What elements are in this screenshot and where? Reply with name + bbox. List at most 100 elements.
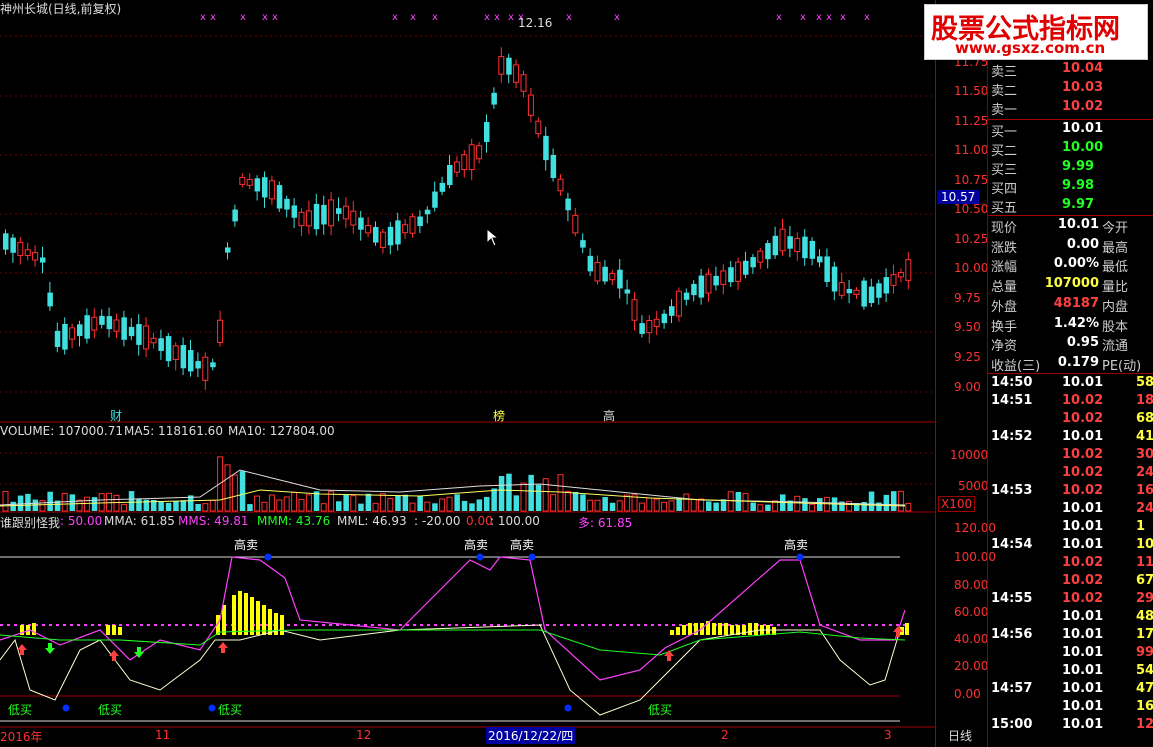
volume-bar — [498, 476, 505, 511]
volume-bar — [439, 498, 446, 512]
volume-bar — [379, 493, 386, 512]
tick-row: 10.02 — [1062, 591, 1104, 606]
daily-button[interactable]: 日线 — [948, 727, 972, 744]
stat-row: PE(动) — [1102, 358, 1142, 374]
volume-bar — [646, 497, 653, 512]
stat-row: 10.01 — [1057, 217, 1099, 232]
event-label-finance[interactable]: 财 — [110, 407, 122, 424]
top-marker: x — [484, 12, 490, 23]
candle — [831, 266, 838, 292]
candle — [802, 236, 808, 259]
bid-row: 买四 — [991, 182, 1018, 197]
quote-panel: 卖三 10.04 卖二 10.03 卖一 10.02 买一 10.01 买二 10.00 买三 9.9… — [987, 60, 1153, 747]
candle — [365, 225, 372, 234]
candle — [84, 315, 90, 339]
candle — [817, 256, 823, 263]
indicator-mma: MMA: 61.85 — [104, 514, 175, 528]
candle — [565, 198, 571, 211]
indicator-bar — [256, 601, 260, 635]
tick-row: 16 — [1136, 699, 1153, 714]
candle — [188, 350, 194, 372]
volume-bar — [83, 496, 90, 512]
candle — [373, 226, 379, 243]
stat-row: 量比 — [1102, 280, 1129, 296]
indicator-bar — [238, 591, 242, 635]
volume-bar — [446, 496, 453, 512]
volume-bar — [291, 491, 298, 512]
top-marker: x — [864, 12, 870, 23]
tick-row: 14:53 — [991, 483, 1033, 498]
price-tick: 10.25 — [954, 232, 989, 246]
candle — [158, 338, 164, 351]
top-marker: x — [840, 12, 846, 23]
candle — [313, 203, 320, 230]
price-tick: 10.50 — [954, 202, 989, 216]
candle — [838, 282, 845, 296]
volume-bar — [572, 491, 579, 511]
stat-row: 最高 — [1102, 240, 1129, 256]
stat-row: 0.00% — [1053, 256, 1099, 272]
tick-row: 47 — [1136, 681, 1153, 696]
volume-bar — [113, 494, 120, 512]
stat-row: 107000 — [1044, 276, 1099, 292]
volume-bar — [713, 502, 719, 511]
candle — [321, 204, 327, 225]
top-marker: x — [272, 12, 278, 23]
volume-bar — [195, 504, 201, 511]
down-arrow-icon — [45, 643, 55, 654]
indicator-bar — [754, 623, 758, 635]
tick-row: 1 — [1136, 519, 1146, 534]
candle — [217, 319, 224, 344]
indicator-bar — [688, 623, 692, 635]
volume-bar — [484, 496, 490, 511]
tick-row: 17 — [1136, 627, 1153, 642]
indicator-bar — [118, 627, 122, 635]
candle — [395, 220, 401, 245]
event-label-list[interactable]: 榜 — [493, 407, 505, 424]
candle — [580, 240, 586, 248]
candle — [683, 292, 690, 300]
indicator-mms-line — [0, 556, 906, 681]
candle — [631, 299, 638, 321]
chart-area[interactable]: xxxxxxxxxxxxxxxxxxxx 神州长城(日线,前复权) 12.16 … — [0, 0, 935, 747]
tick-row: 10.02 — [1062, 483, 1104, 498]
candle — [453, 161, 460, 173]
candle — [180, 345, 187, 369]
volume-bar — [158, 501, 164, 511]
volume-bar — [794, 495, 801, 512]
candle — [262, 177, 268, 198]
candle — [735, 261, 742, 282]
indicator-bar — [730, 625, 734, 635]
candle — [32, 252, 39, 261]
candle — [342, 205, 349, 220]
candle — [868, 286, 875, 304]
volume-bar — [891, 491, 897, 511]
indicator-bar — [106, 625, 110, 635]
volume-bar — [254, 495, 261, 512]
candle — [861, 280, 867, 307]
volume-bar — [653, 498, 660, 512]
tick-row: 54 — [1136, 663, 1153, 678]
volume-bar — [365, 493, 372, 511]
volume-bar — [98, 493, 105, 512]
volume-bar — [506, 473, 512, 511]
candle — [646, 320, 653, 334]
tick-row: 120 — [1136, 717, 1153, 732]
volume-bar — [128, 491, 135, 511]
candle — [461, 154, 468, 171]
stat-row: 今开 — [1102, 221, 1129, 236]
candle — [757, 250, 764, 263]
event-label-high[interactable]: 高 — [603, 407, 615, 424]
candle — [387, 226, 394, 246]
candle — [424, 209, 431, 215]
candle — [468, 144, 475, 171]
chart-title: 神州长城(日线,前复权) — [0, 2, 122, 16]
volume-bar — [120, 503, 127, 512]
main-chart[interactable]: xxxxxxxxxxxxxxxxxxxx — [0, 0, 935, 747]
candle — [106, 316, 113, 330]
time-label: 2016年 — [0, 730, 43, 744]
volume-bar — [469, 503, 475, 511]
candle — [328, 199, 335, 227]
volume-bar — [231, 474, 238, 512]
volume-bar — [846, 500, 853, 512]
